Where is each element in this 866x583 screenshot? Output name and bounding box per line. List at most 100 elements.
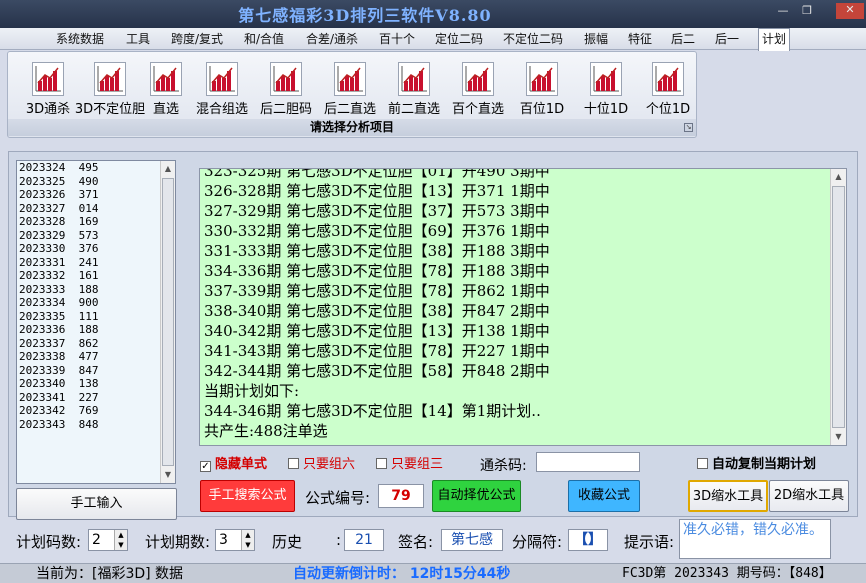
- history-row[interactable]: 2023330 376: [17, 242, 175, 256]
- history-number: 495: [78, 161, 99, 174]
- scroll-down-icon[interactable]: ▼: [831, 429, 846, 445]
- history-period: 2023343: [19, 417, 66, 431]
- auto-copy-checkbox[interactable]: 自动复制当期计划: [697, 457, 816, 473]
- auto-select-button[interactable]: 自动择优公式: [432, 480, 521, 512]
- menu-item[interactable]: 特征: [626, 30, 654, 50]
- checkbox-icon[interactable]: [288, 458, 299, 469]
- ribbon-button[interactable]: 百位1D: [512, 62, 572, 118]
- output-line: 327-329期 第七感3D不定位胆【37】开573 3期中: [204, 202, 550, 220]
- history-row[interactable]: 2023341 227: [17, 391, 175, 405]
- menu-item[interactable]: 工具: [124, 30, 152, 50]
- output-line: 323-325期 第七感3D不定位胆【01】开490 3期中: [204, 168, 550, 180]
- scroll-up-icon[interactable]: ▲: [831, 169, 846, 185]
- menu-item[interactable]: 定位二码: [433, 30, 485, 50]
- output-line: 341-343期 第七感3D不定位胆【78】开227 1期中: [204, 342, 550, 360]
- plan-codes-spinner[interactable]: 2 ▲ ▼: [88, 529, 128, 551]
- ribbon-button[interactable]: 3D通杀: [18, 62, 78, 118]
- close-button[interactable]: ✕: [836, 3, 864, 19]
- only-group3-checkbox[interactable]: 只要组三: [376, 457, 443, 473]
- history-number: 161: [78, 269, 99, 282]
- spinner-arrows-icon[interactable]: ▲ ▼: [114, 530, 127, 550]
- history-input[interactable]: 21: [344, 529, 384, 551]
- separator-input[interactable]: 【】: [568, 529, 608, 551]
- hide-format-checkbox[interactable]: ✓ 隐藏单式: [200, 457, 267, 473]
- history-row[interactable]: 2023335 111: [17, 310, 175, 324]
- status-current: 当前为：[福彩3D] 数据: [36, 566, 184, 582]
- signature-input[interactable]: 第七感: [441, 529, 503, 551]
- minimize-button[interactable]: —: [772, 4, 794, 18]
- title-bar: 第七感福彩3D排列三软件V8.80 — ❐ ✕: [0, 0, 866, 28]
- output-scrollbar[interactable]: ▲ ▼: [830, 169, 846, 445]
- menu-item[interactable]: 计划: [758, 28, 790, 51]
- scroll-up-icon[interactable]: ▲: [161, 161, 175, 177]
- manual-search-button[interactable]: 手工搜索公式: [200, 480, 295, 512]
- formula-no-input[interactable]: 79: [378, 484, 424, 508]
- only-group6-checkbox[interactable]: 只要组六: [288, 457, 355, 473]
- manual-input-button[interactable]: 手工输入: [16, 488, 177, 520]
- output-line: 当期计划如下:: [204, 382, 300, 400]
- shrink-3d-button[interactable]: 3D缩水工具: [688, 480, 768, 512]
- spinner-arrows-icon[interactable]: ▲ ▼: [241, 530, 254, 550]
- checkbox-checked-icon[interactable]: ✓: [200, 461, 211, 472]
- menu-item[interactable]: 后一: [714, 30, 740, 50]
- ribbon-button[interactable]: 混合组选: [192, 62, 252, 118]
- history-row[interactable]: 2023329 573: [17, 229, 175, 243]
- history-row[interactable]: 2023327 014: [17, 202, 175, 216]
- ribbon-button[interactable]: 百个直选: [448, 62, 508, 118]
- bar-chart-icon: [206, 62, 238, 96]
- menu-item[interactable]: 系统数据: [56, 30, 104, 50]
- history-number: 169: [78, 215, 99, 228]
- ribbon-button[interactable]: 个位1D: [638, 62, 698, 118]
- history-row[interactable]: 2023324 495: [17, 161, 175, 175]
- menu-item[interactable]: 跨度/复式: [168, 30, 226, 50]
- history-row[interactable]: 2023332 161: [17, 269, 175, 283]
- history-row[interactable]: 2023334 900: [17, 296, 175, 310]
- scroll-thumb[interactable]: [162, 178, 174, 466]
- history-row[interactable]: 2023331 241: [17, 256, 175, 270]
- shrink-2d-button[interactable]: 2D缩水工具: [769, 480, 849, 512]
- hint-textarea[interactable]: 准久必错，错久必准。: [679, 519, 831, 559]
- bar-chart-icon: [334, 62, 366, 96]
- history-row[interactable]: 2023326 371: [17, 188, 175, 202]
- checkbox-icon[interactable]: [376, 458, 387, 469]
- menu-item[interactable]: 和/合值: [242, 30, 286, 50]
- history-row[interactable]: 2023336 188: [17, 323, 175, 337]
- menu-item[interactable]: 后二: [670, 30, 696, 50]
- ribbon-button[interactable]: 后二直选: [320, 62, 380, 118]
- history-period: 2023331: [19, 255, 66, 269]
- history-row[interactable]: 2023333 188: [17, 283, 175, 297]
- menu-item[interactable]: 振幅: [582, 30, 610, 50]
- plan-codes-label: 计划码数:: [16, 533, 82, 551]
- history-row[interactable]: 2023339 847: [17, 364, 175, 378]
- scroll-down-icon[interactable]: ▼: [161, 467, 175, 483]
- history-period: 2023337: [19, 336, 66, 350]
- history-row[interactable]: 2023338 477: [17, 350, 175, 364]
- history-row[interactable]: 2023343 848: [17, 418, 175, 432]
- plan-periods-spinner[interactable]: 3 ▲ ▼: [215, 529, 255, 551]
- menu-item[interactable]: 不定位二码: [502, 30, 564, 50]
- plan-output[interactable]: 323-325期 第七感3D不定位胆【01】开490 3期中 326-328期 第…: [199, 168, 847, 446]
- history-number: 188: [78, 323, 99, 336]
- bar-chart-icon: [526, 62, 558, 96]
- history-row[interactable]: 2023337 862: [17, 337, 175, 351]
- favorite-button[interactable]: 收藏公式: [568, 480, 640, 512]
- history-row[interactable]: 2023340 138: [17, 377, 175, 391]
- history-row[interactable]: 2023325 490: [17, 175, 175, 189]
- ribbon-button[interactable]: 前二直选: [384, 62, 444, 118]
- status-latest: FC3D第 2023343 期号码：【848】: [622, 566, 832, 581]
- scroll-thumb[interactable]: [832, 186, 845, 428]
- history-row[interactable]: 2023328 169: [17, 215, 175, 229]
- history-row[interactable]: 2023342 769: [17, 404, 175, 418]
- menu-item[interactable]: 合差/通杀: [303, 30, 361, 50]
- history-period: 2023330: [19, 242, 66, 255]
- history-scrollbar[interactable]: ▲ ▼: [160, 161, 175, 483]
- ribbon-button[interactable]: 后二胆码: [256, 62, 316, 118]
- ribbon-launcher-icon[interactable]: ↘: [684, 123, 693, 132]
- menu-item[interactable]: 百十个: [377, 30, 417, 50]
- history-period: 2023340: [19, 377, 66, 390]
- history-list[interactable]: 2023324 495 2023325 490 2023326 371 2023327…: [16, 160, 176, 484]
- restore-button[interactable]: ❐: [796, 4, 818, 18]
- kill-code-input[interactable]: [536, 452, 640, 472]
- ribbon-button[interactable]: 十位1D: [576, 62, 636, 118]
- checkbox-icon[interactable]: [697, 458, 708, 469]
